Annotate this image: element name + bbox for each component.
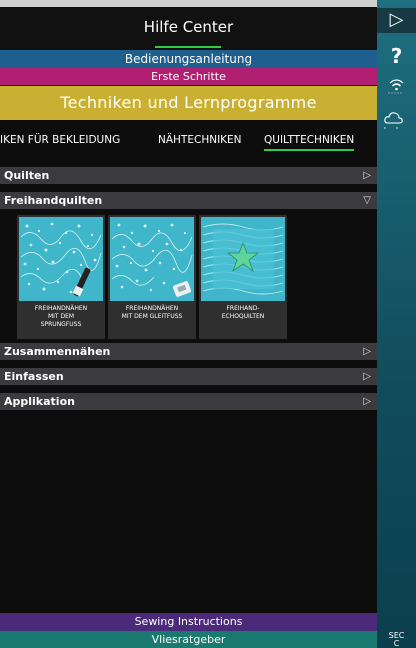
- stippling-glide-foot-thumbnail: [110, 217, 194, 301]
- caption-line: SPRUNGFUß: [40, 321, 82, 328]
- play-icon: ▷: [389, 9, 404, 30]
- card-freehand-spring-foot[interactable]: FREIHANDNÄHEN MIT DEM SPRUNGFUß: [17, 215, 105, 339]
- first-steps-band[interactable]: Erste Schritte: [0, 68, 377, 85]
- section-applikation[interactable]: Applikation ▷: [0, 393, 377, 410]
- section-label: Applikation: [4, 395, 75, 408]
- expand-arrow-icon: ▷: [363, 371, 371, 382]
- section-label: Freihandquilten: [4, 194, 103, 207]
- section-zusammennaehen[interactable]: Zusammennähen ▷: [0, 343, 377, 360]
- caption-line: MIT DEM: [47, 313, 75, 320]
- stippling-spring-foot-thumbnail: [19, 217, 103, 301]
- top-divider: [0, 0, 377, 7]
- play-button[interactable]: ▷: [377, 8, 416, 33]
- help-center-panel: Hilfe Center Bedienungsanleitung Erste S…: [0, 0, 377, 648]
- expand-arrow-icon: ▷: [363, 170, 371, 181]
- help-icon[interactable]: ?: [377, 44, 416, 68]
- sec-label: SEC C: [377, 632, 416, 648]
- card-caption: FREIHANDNÄHEN MIT DEM SPRUNGFUß: [17, 305, 105, 329]
- tab-clothing-techniques[interactable]: IKEN FÜR BEKLEIDUNG: [0, 134, 120, 146]
- title-underline: [155, 46, 221, 48]
- sec-subtext: C: [393, 639, 400, 648]
- echo-quilting-thumbnail: [201, 217, 285, 301]
- section-label: Einfassen: [4, 370, 64, 383]
- caption-line: ECHOQUILTEN: [221, 313, 265, 320]
- vliesratgeber-band[interactable]: Vliesratgeber: [0, 631, 377, 648]
- tab-quilt-techniques[interactable]: QUILTTECHNIKEN: [264, 134, 355, 151]
- card-caption: FREIHANDNÄHEN MIT DEM GLEITFUß: [108, 305, 196, 321]
- technique-tabs: IKEN FÜR BEKLEIDUNG NÄHTECHNIKEN QUILTTE…: [0, 122, 377, 160]
- section-freihandquilten[interactable]: Freihandquilten ▽: [0, 192, 377, 209]
- caption-line: MIT DEM GLEITFUß: [121, 313, 183, 320]
- section-einfassen[interactable]: Einfassen ▷: [0, 368, 377, 385]
- tab-sewing-techniques[interactable]: NÄHTECHNIKEN: [158, 134, 242, 146]
- manual-band[interactable]: Bedienungsanleitung: [0, 50, 377, 68]
- section-label: Quilten: [4, 169, 50, 182]
- caption-line: FREIHAND-: [226, 305, 260, 312]
- collapse-arrow-icon: ▽: [363, 195, 371, 206]
- page-title: Hilfe Center: [143, 18, 234, 36]
- expand-arrow-icon: ▷: [363, 396, 371, 407]
- card-freehand-glide-foot[interactable]: FREIHANDNÄHEN MIT DEM GLEITFUß: [108, 215, 196, 339]
- cloud-icon[interactable]: [377, 108, 416, 130]
- caption-line: FREIHANDNÄHEN: [125, 305, 179, 312]
- caption-line: FREIHANDNÄHEN: [34, 305, 88, 312]
- card-freehand-echo-quilting[interactable]: FREIHAND- ECHOQUILTEN: [199, 215, 287, 339]
- sewing-instructions-band[interactable]: Sewing Instructions: [0, 613, 377, 631]
- right-toolbar: ▷ ? SEC C: [377, 0, 416, 648]
- card-caption: FREIHAND- ECHOQUILTEN: [199, 305, 287, 321]
- header: Hilfe Center: [0, 8, 377, 50]
- techniques-band[interactable]: Techniken und Lernprogramme: [0, 86, 377, 120]
- section-label: Zusammennähen: [4, 345, 111, 358]
- wifi-icon: [388, 79, 404, 94]
- section-quilten[interactable]: Quilten ▷: [0, 167, 377, 184]
- expand-arrow-icon: ▷: [363, 346, 371, 357]
